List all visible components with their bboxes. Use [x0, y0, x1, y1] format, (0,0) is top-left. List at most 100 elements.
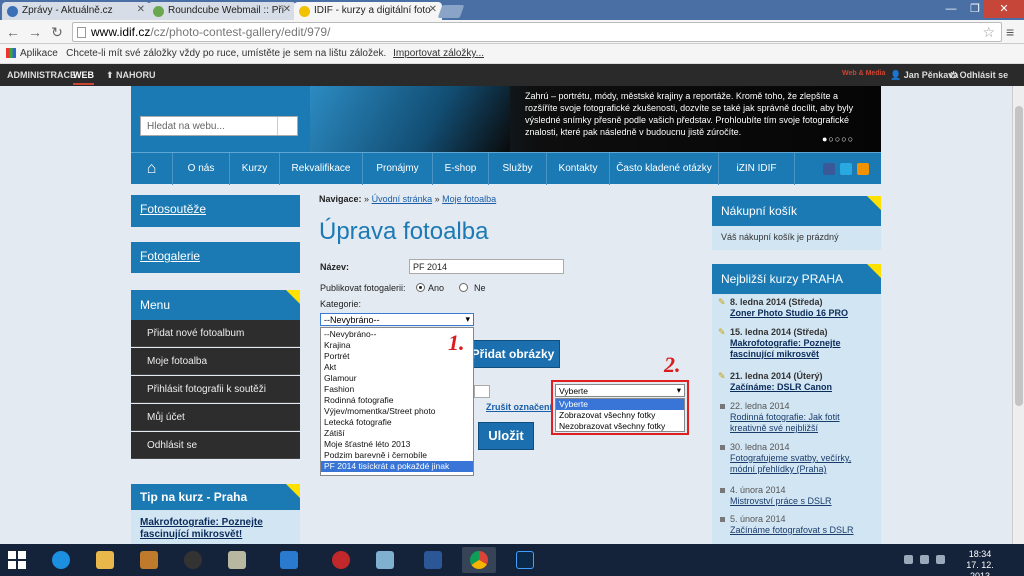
nav-pronajmy[interactable]: Pronájmy [363, 153, 433, 185]
nav-sluzby[interactable]: Služby [489, 153, 547, 185]
import-bookmarks-link[interactable]: Importovat záložky... [393, 48, 484, 59]
category-option[interactable]: Podzim barevně i černobíle [321, 450, 473, 461]
album-name-input[interactable]: PF 2014 [409, 259, 564, 274]
close-window-icon[interactable]: ✕ [984, 0, 1024, 18]
page-scrollbar[interactable] [1012, 86, 1024, 544]
back-arrow-icon[interactable]: ← [4, 23, 22, 41]
close-icon[interactable]: ✕ [137, 4, 145, 15]
settings-app-icon[interactable] [272, 547, 306, 573]
tab-roundcube[interactable]: Roundcube Webmail :: Při ✕ [148, 2, 296, 20]
tip-link[interactable]: Makrofotografie: Poznejte fascinující mi… [140, 517, 263, 540]
banner-slider-dots[interactable]: ●○○○○ [822, 134, 854, 144]
category-option[interactable]: Rodinná fotografie [321, 395, 473, 406]
twitter-icon[interactable] [840, 163, 852, 175]
save-button[interactable]: Uložit [478, 422, 534, 450]
chrome-icon[interactable] [462, 547, 496, 573]
menu-item-logout[interactable]: Odhlásit se [131, 432, 300, 459]
app-icon-orange[interactable] [132, 547, 166, 573]
sidebar-fotosouteze[interactable]: Fotosoutěže [131, 195, 300, 227]
course-title[interactable]: Makrofotografie: Poznejte fascinující mi… [730, 338, 878, 360]
scrollbar-thumb[interactable] [1015, 106, 1023, 406]
home-icon[interactable]: ⌂ [131, 153, 173, 185]
network-tray-icon[interactable] [904, 555, 913, 564]
menu-item-account[interactable]: Můj účet [131, 404, 300, 431]
course-item[interactable]: 4. února 2014 Mistrovství práce s DSLR [720, 485, 878, 507]
speaker-app-icon[interactable] [176, 547, 210, 573]
visibility-option[interactable]: Nezobrazovat všechny fotky [556, 421, 684, 432]
course-item[interactable]: 22. ledna 2014 Rodinná fotografie: Jak f… [720, 401, 878, 434]
visibility-option-selected[interactable]: Vyberte [556, 399, 684, 410]
user-link[interactable]: 👤 Jan Pěnkava [890, 70, 958, 81]
course-item[interactable]: ✎ 15. ledna 2014 (Středa) Makrofotografi… [718, 327, 878, 360]
sidebar-fotogalerie[interactable]: Fotogalerie [131, 242, 300, 273]
nav-rekvalifikace[interactable]: Rekvalifikace [280, 153, 363, 185]
category-option[interactable]: Glamour [321, 373, 473, 384]
category-option[interactable]: Fashion [321, 384, 473, 395]
visibility-option[interactable]: Zobrazovat všechny fotky [556, 410, 684, 421]
battery-tray-icon[interactable] [936, 555, 945, 564]
publish-no-radio[interactable] [459, 283, 468, 292]
course-title[interactable]: Začínáme fotografovat s DSLR [730, 525, 878, 536]
breadcrumb-home[interactable]: Úvodní stránka [372, 194, 433, 204]
category-option[interactable]: Akt [321, 362, 473, 373]
nav-eshop[interactable]: E-shop [433, 153, 489, 185]
category-option-selected[interactable]: PF 2014 tisíckrát a pokaždé jinak [321, 461, 473, 472]
bookmark-star-icon[interactable]: ☆ [982, 24, 995, 41]
web-link[interactable]: WEB [73, 70, 94, 85]
word-icon[interactable] [416, 547, 450, 573]
menu-item-add-album[interactable]: Přidat nové fotoalbum [131, 320, 300, 347]
document-app-icon[interactable] [220, 547, 254, 573]
category-option[interactable]: Moje šťastné léto 2013 [321, 439, 473, 450]
tab-aktualne[interactable]: Zprávy - Aktuálně.cz ✕ [2, 2, 150, 20]
breadcrumb-albums[interactable]: Moje fotoalba [442, 194, 496, 204]
photo-visibility-select[interactable]: Vyberte ▾ [555, 384, 685, 397]
category-option[interactable]: Výjev/momentka/Street photo [321, 406, 473, 417]
forward-arrow-icon[interactable]: → [26, 23, 44, 41]
nav-kontakty[interactable]: Kontakty [547, 153, 610, 185]
logout-admin-link[interactable]: ⏻ Odhlásit se [950, 70, 1008, 81]
course-item[interactable]: 30. ledna 2014 Fotografujeme svatby, več… [720, 442, 878, 475]
course-title[interactable]: Zoner Photo Studio 16 PRO [730, 308, 878, 319]
menu-item-submit-photo[interactable]: Přihlásit fotografii k soutěži [131, 376, 300, 403]
publish-yes-radio[interactable] [416, 283, 425, 292]
volume-tray-icon[interactable] [920, 555, 929, 564]
add-photos-button[interactable]: Přidat obrázky [466, 340, 560, 368]
cancel-marking-link[interactable]: Zrušit označení [486, 402, 552, 412]
nav-faq[interactable]: Často kladené otázky [610, 153, 719, 185]
course-title[interactable]: Rodinná fotografie: Jak fotit kreativně … [730, 412, 878, 434]
course-title[interactable]: Začínáme: DSLR Canon [730, 382, 878, 393]
course-item[interactable]: 5. února 2014 Začínáme fotografovat s DS… [720, 514, 878, 536]
close-icon[interactable]: ✕ [429, 4, 437, 15]
windows-start-icon[interactable] [8, 551, 26, 569]
chrome-menu-icon[interactable]: ≡ [1006, 24, 1014, 40]
address-bar[interactable]: www.idif.cz/cz/photo-contest-gallery/edi… [72, 22, 1002, 42]
category-option[interactable]: Letecká fotografie [321, 417, 473, 428]
course-item[interactable]: ✎ 21. ledna 2014 (Úterý) Začínáme: DSLR … [718, 371, 878, 393]
course-title[interactable]: Fotografujeme svatby, večírky, módní pře… [730, 453, 878, 475]
nav-o-nas[interactable]: O nás [173, 153, 230, 185]
site-search-input[interactable]: Hledat na webu... [140, 116, 298, 136]
admin-link[interactable]: ADMINISTRACE [7, 70, 76, 80]
menu-item-my-albums[interactable]: Moje fotoalba [131, 348, 300, 375]
internet-explorer-icon[interactable] [44, 547, 78, 573]
close-icon[interactable]: ✕ [283, 4, 291, 15]
search-icon[interactable] [277, 117, 297, 135]
course-item[interactable]: ✎ 8. ledna 2014 (Středa) Zoner Photo Stu… [718, 297, 878, 319]
minimize-icon[interactable]: — [938, 0, 964, 18]
tab-idif[interactable]: IDIF - kurzy a digitální foto ✕ [294, 2, 442, 20]
photoshop-icon[interactable] [508, 547, 542, 573]
file-explorer-icon[interactable] [88, 547, 122, 573]
new-tab-button[interactable] [437, 5, 465, 18]
power-app-icon[interactable] [324, 547, 358, 573]
nav-izin[interactable]: iZIN IDIF [719, 153, 795, 185]
course-title[interactable]: Mistrovství práce s DSLR [730, 496, 878, 507]
notes-app-icon[interactable] [368, 547, 402, 573]
nav-kurzy[interactable]: Kurzy [230, 153, 280, 185]
category-select[interactable]: --Nevybráno-- ▾ [320, 313, 474, 326]
apps-link[interactable]: Aplikace [20, 48, 58, 59]
facebook-icon[interactable] [823, 163, 835, 175]
rss-icon[interactable] [857, 163, 869, 175]
nahoru-link[interactable]: ⬆ NAHORU [106, 70, 156, 81]
reload-icon[interactable]: ↻ [48, 23, 66, 41]
taskbar-clock[interactable]: 18:34 17. 12. 2013 [958, 549, 1002, 576]
